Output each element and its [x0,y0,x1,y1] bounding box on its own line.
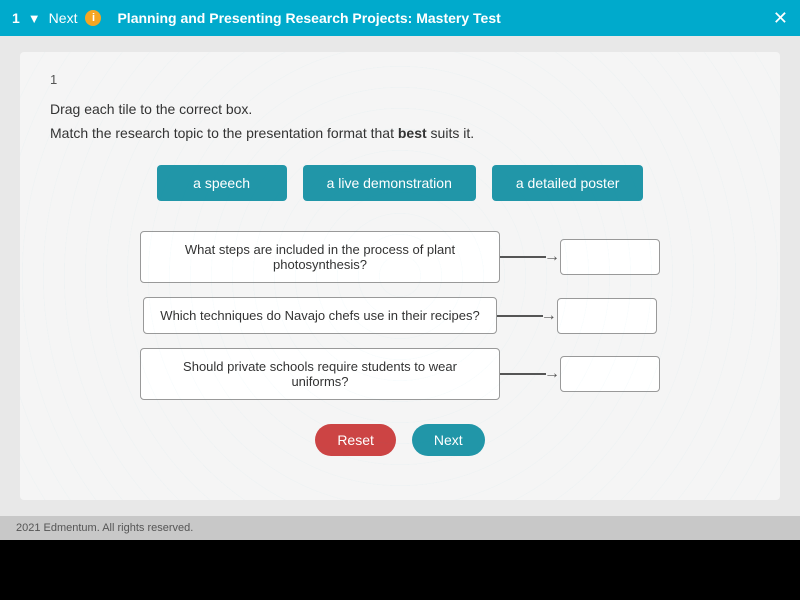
next-button[interactable]: Next [412,424,485,456]
close-button[interactable]: ✕ [773,8,788,29]
arrow-3: → [500,365,560,383]
instruction-bold: best [398,125,427,141]
table-row: What steps are included in the process o… [50,231,750,283]
nav-info-icon[interactable]: i [85,10,101,26]
black-bar [0,540,800,600]
instruction-prefix: Match the research topic to the presenta… [50,125,398,141]
question-text-2: Which techniques do Navajo chefs use in … [143,297,496,334]
reset-button[interactable]: Reset [315,424,396,456]
tile-speech[interactable]: a speech [157,165,287,201]
answer-box-2[interactable] [557,298,657,334]
question-number-label: 1 [50,72,750,87]
question-nav-number: 1 [12,10,20,26]
instruction-drag: Drag each tile to the correct box. [50,101,750,117]
question-rows: What steps are included in the process o… [50,231,750,400]
footer-text: 2021 Edmentum. All rights reserved. [16,522,193,534]
arrow-icon-1: → [544,248,560,266]
footer: 2021 Edmentum. All rights reserved. [0,516,800,540]
tile-live-demo[interactable]: a live demonstration [303,165,476,201]
arrow-icon-3: → [544,365,560,383]
nav-next-label[interactable]: Next [49,10,78,26]
page-title: Planning and Presenting Research Project… [117,10,764,26]
arrow-2: → [497,307,557,325]
instruction-match: Match the research topic to the presenta… [50,125,750,141]
nav-chevron: ▼ [28,11,41,26]
answer-box-1[interactable] [560,239,660,275]
table-row: Should private schools require students … [50,348,750,400]
tile-detailed-poster[interactable]: a detailed poster [492,165,644,201]
top-bar: 1 ▼ Next i Planning and Presenting Resea… [0,0,800,36]
question-container: 1 Drag each tile to the correct box. Mat… [20,52,780,500]
table-row: Which techniques do Navajo chefs use in … [50,297,750,334]
bottom-buttons: Reset Next [50,424,750,456]
arrow-1: → [500,248,560,266]
content-area: 1 Drag each tile to the correct box. Mat… [0,36,800,516]
tiles-row: a speech a live demonstration a detailed… [50,165,750,201]
question-text-1: What steps are included in the process o… [140,231,500,283]
question-text-3: Should private schools require students … [140,348,500,400]
instruction-suffix: suits it. [427,125,474,141]
answer-box-3[interactable] [560,356,660,392]
arrow-icon-2: → [541,307,557,325]
